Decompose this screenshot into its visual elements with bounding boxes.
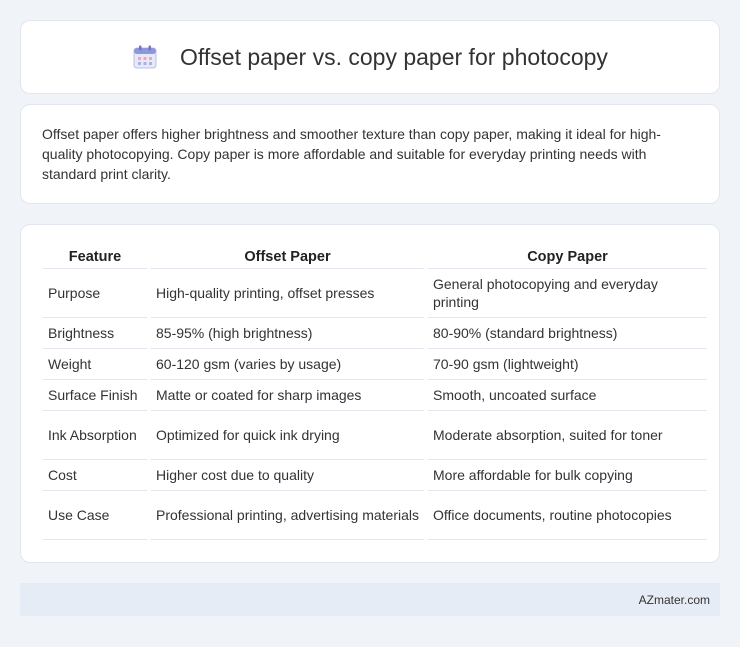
table-cell-offset: Higher cost due to quality bbox=[151, 460, 424, 491]
table-card: Feature Offset Paper Copy Paper Purpose … bbox=[20, 224, 720, 563]
table-cell-copy: Moderate absorption, suited for toner bbox=[428, 411, 707, 460]
column-header-offset-paper: Offset Paper bbox=[151, 243, 424, 269]
column-header-copy-paper: Copy Paper bbox=[428, 243, 707, 269]
table-cell-feature: Ink Absorption bbox=[43, 411, 147, 460]
title-row: Offset paper vs. copy paper for photocop… bbox=[21, 21, 719, 93]
footer-source-text: AZmater.com bbox=[638, 592, 710, 607]
table-cell-offset: High-quality printing, offset presses bbox=[151, 269, 424, 318]
table-cell-copy: Office documents, routine photocopies bbox=[428, 491, 707, 540]
table-row: Use Case Professional printing, advertis… bbox=[43, 491, 707, 540]
table-cell-copy: General photocopying and everyday printi… bbox=[428, 269, 707, 318]
summary-text: Offset paper offers higher brightness an… bbox=[42, 126, 661, 182]
table-cell-copy: Smooth, uncoated surface bbox=[428, 380, 707, 411]
table-row: Surface Finish Matte or coated for sharp… bbox=[43, 380, 707, 411]
table-cell-feature: Brightness bbox=[43, 318, 147, 349]
table-cell-copy: 80-90% (standard brightness) bbox=[428, 318, 707, 349]
title-card: Offset paper vs. copy paper for photocop… bbox=[20, 20, 720, 94]
table-cell-feature: Use Case bbox=[43, 491, 147, 540]
table-row: Ink Absorption Optimized for quick ink d… bbox=[43, 411, 707, 460]
table-cell-feature: Cost bbox=[43, 460, 147, 491]
column-header-feature: Feature bbox=[43, 243, 147, 269]
table-cell-copy: 70-90 gsm (lightweight) bbox=[428, 349, 707, 380]
footer: AZmater.com bbox=[20, 583, 720, 616]
comparison-table: Feature Offset Paper Copy Paper Purpose … bbox=[39, 243, 711, 540]
table-cell-offset: Optimized for quick ink drying bbox=[151, 411, 424, 460]
table-cell-offset: Matte or coated for sharp images bbox=[151, 380, 424, 411]
table-row: Brightness 85-95% (high brightness) 80-9… bbox=[43, 318, 707, 349]
table-cell-copy: More affordable for bulk copying bbox=[428, 460, 707, 491]
table-header-row: Feature Offset Paper Copy Paper bbox=[43, 243, 707, 269]
table-cell-feature: Weight bbox=[43, 349, 147, 380]
calendar-icon bbox=[132, 44, 158, 70]
table-cell-offset: Professional printing, advertising mater… bbox=[151, 491, 424, 540]
summary-card: Offset paper offers higher brightness an… bbox=[20, 104, 720, 204]
table-row: Cost Higher cost due to quality More aff… bbox=[43, 460, 707, 491]
page-title: Offset paper vs. copy paper for photocop… bbox=[180, 43, 608, 70]
table-cell-feature: Surface Finish bbox=[43, 380, 147, 411]
table-row: Purpose High-quality printing, offset pr… bbox=[43, 269, 707, 318]
table-cell-offset: 85-95% (high brightness) bbox=[151, 318, 424, 349]
table-cell-offset: 60-120 gsm (varies by usage) bbox=[151, 349, 424, 380]
table-cell-feature: Purpose bbox=[43, 269, 147, 318]
table-row: Weight 60-120 gsm (varies by usage) 70-9… bbox=[43, 349, 707, 380]
